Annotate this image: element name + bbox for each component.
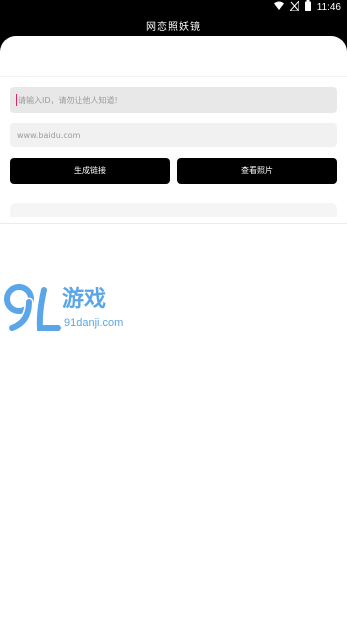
watermark-logo-graphic: 游戏 91danji.com (2, 282, 124, 333)
app-screen: 11:46 网恋照妖镜 请输入ID，请勿让他人知道! www.baidu.com… (0, 0, 347, 618)
watermark-logo-text: 游戏 (62, 286, 106, 312)
watermark-logo: 游戏 91danji.com (2, 282, 134, 334)
result-box (10, 203, 337, 217)
header-divider (0, 76, 347, 77)
generate-link-button[interactable]: 生成链接 (10, 158, 170, 184)
id-input-field[interactable]: 请输入ID，请勿让他人知道! (10, 87, 337, 113)
status-icons: 11:46 (273, 0, 341, 16)
url-input-field[interactable]: www.baidu.com (10, 123, 337, 147)
status-time: 11:46 (316, 2, 341, 13)
card-bottom-edge (0, 223, 347, 224)
watermark-site-text: 91danji.com (64, 317, 123, 329)
id-input-placeholder: 请输入ID，请勿让他人知道! (18, 95, 118, 105)
url-input-placeholder: www.baidu.com (17, 130, 81, 140)
status-bar: 11:46 (0, 0, 347, 16)
wifi-icon (273, 1, 284, 15)
text-cursor (16, 94, 17, 106)
signal-off-icon (288, 0, 300, 16)
view-photos-button[interactable]: 查看照片 (177, 158, 337, 184)
battery-icon (304, 0, 311, 16)
